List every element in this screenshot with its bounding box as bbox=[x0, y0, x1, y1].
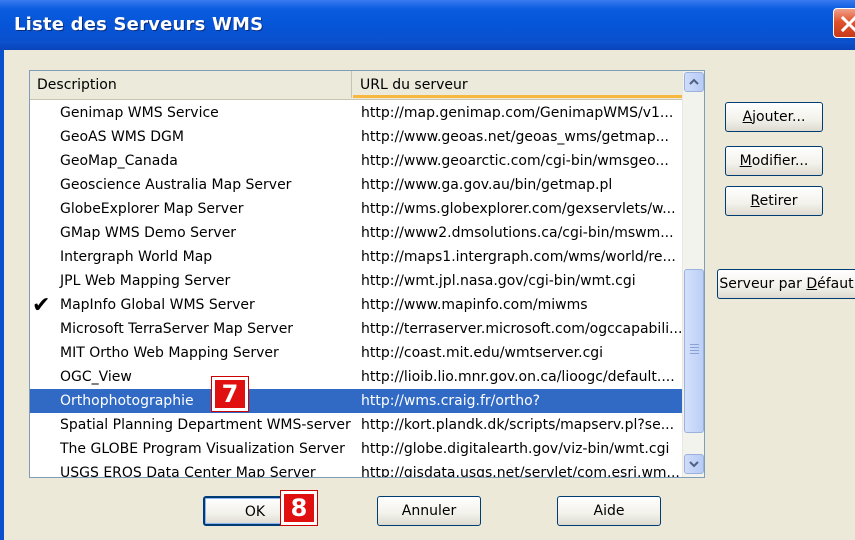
server-name: GeoAS WMS DGM bbox=[60, 129, 184, 145]
window-title: Liste des Serveurs WMS bbox=[14, 14, 264, 35]
remove-button[interactable]: Retirer bbox=[725, 186, 823, 216]
arrow-up-icon bbox=[689, 78, 699, 85]
step-marker-7: 7 bbox=[211, 376, 249, 412]
server-url: http://wmt.jpl.nasa.gov/cgi-bin/wmt.cgi bbox=[361, 273, 636, 289]
grip-line bbox=[690, 347, 699, 348]
checkmark-icon: ✔ bbox=[32, 293, 51, 318]
server-name: USGS EROS Data Center Map Server bbox=[60, 465, 316, 478]
server-url: http://lioib.lio.mnr.gov.on.ca/lioogc/de… bbox=[361, 369, 675, 385]
server-url: http://www.ga.gov.au/bin/getmap.pl bbox=[361, 177, 613, 193]
table-row[interactable]: GlobeExplorer Map Server http://wms.globe… bbox=[30, 197, 682, 221]
table-row[interactable]: JPL Web Mapping Server http://wmt.jpl.nas… bbox=[30, 269, 682, 293]
window-border bbox=[0, 50, 4, 540]
server-url: http://www2.dmsolutions.ca/cgi-bin/mswm.… bbox=[361, 225, 674, 241]
grip-line bbox=[690, 353, 699, 354]
server-name: Microsoft TerraServer Map Server bbox=[60, 321, 294, 337]
grip-line bbox=[690, 344, 699, 345]
server-name: Genimap WMS Service bbox=[60, 105, 219, 121]
close-icon bbox=[840, 15, 855, 33]
table-row[interactable]: MIT Ortho Web Mapping Server http://coast… bbox=[30, 341, 682, 365]
server-url: http://maps1.intergraph.com/wms/world/re… bbox=[361, 249, 676, 265]
help-button[interactable]: Aide bbox=[557, 496, 661, 526]
server-url: http://kort.plandk.dk/scripts/mapserv.pl… bbox=[361, 417, 675, 433]
server-url: http://www.geoarctic.com/cgi-bin/wmsgeo.… bbox=[361, 153, 669, 169]
server-url: http://wms.globexplorer.com/gexservlets/… bbox=[361, 201, 676, 217]
scroll-down-button[interactable] bbox=[684, 454, 704, 474]
server-url: http://wms.craig.fr/ortho? bbox=[361, 393, 541, 409]
remove-label-post: etirer bbox=[759, 193, 798, 209]
table-row[interactable]: GeoMap_Canada http://www.geoarctic.com/cg… bbox=[30, 149, 682, 173]
server-name: Spatial Planning Department WMS-server bbox=[60, 417, 351, 433]
add-button[interactable]: Ajouter... bbox=[725, 102, 823, 132]
modify-label-mnemonic: M bbox=[739, 153, 752, 169]
table-row[interactable]: Geoscience Australia Map Server http://ww… bbox=[30, 173, 682, 197]
server-list[interactable]: Description URL du serveur Genimap WMS S… bbox=[29, 70, 705, 478]
default-server-button[interactable]: Serveur par Défaut bbox=[717, 269, 855, 299]
default-server-label-post: éfaut bbox=[817, 276, 854, 292]
table-row[interactable]: GeoAS WMS DGM http://www.geoas.net/geoas_… bbox=[30, 125, 682, 149]
server-name: Intergraph World Map bbox=[60, 249, 213, 265]
server-url: http://map.genimap.com/GenimapWMS/v1... bbox=[361, 105, 674, 121]
server-url: http://globe.digitalearth.gov/viz-bin/wm… bbox=[361, 441, 670, 457]
server-name: Orthophotographie bbox=[60, 393, 194, 409]
close-button[interactable] bbox=[833, 8, 855, 38]
server-url: http://gisdata.usgs.net/servlet/com.esri… bbox=[361, 465, 680, 478]
server-url: http://terraserver.microsoft.com/ogccapa… bbox=[361, 321, 683, 337]
arrow-down-icon bbox=[689, 461, 699, 468]
scroll-thumb[interactable] bbox=[684, 269, 704, 433]
remove-label-mnemonic: R bbox=[750, 193, 760, 209]
list-rows: Genimap WMS Service http://map.genimap.co… bbox=[30, 99, 682, 478]
list-header: Description URL du serveur bbox=[30, 71, 682, 100]
add-label-post: jouter... bbox=[752, 109, 806, 125]
default-server-label-mnemonic: D bbox=[806, 276, 818, 292]
server-url: http://www.geoas.net/geoas_wms/getmap... bbox=[361, 129, 669, 145]
server-name: OGC_View bbox=[60, 369, 132, 385]
table-row[interactable]: ✔ MapInfo Global WMS Server http://www.map… bbox=[30, 293, 682, 317]
server-url: http://coast.mit.edu/wmtserver.cgi bbox=[361, 345, 604, 361]
table-row[interactable]: Orthophotographie http://wms.craig.fr/ort… bbox=[30, 389, 682, 413]
table-row[interactable]: USGS EROS Data Center Map Server http://g… bbox=[30, 461, 682, 478]
table-row[interactable]: Intergraph World Map http://maps1.intergr… bbox=[30, 245, 682, 269]
table-row[interactable]: Spatial Planning Department WMS-server ht… bbox=[30, 413, 682, 437]
server-name: MIT Ortho Web Mapping Server bbox=[60, 345, 279, 361]
column-header-url[interactable]: URL du serveur bbox=[353, 71, 682, 98]
server-name: GMap WMS Demo Server bbox=[60, 225, 237, 241]
add-label-mnemonic: A bbox=[742, 109, 753, 125]
modify-label-post: odifier... bbox=[751, 153, 809, 169]
server-name: GlobeExplorer Map Server bbox=[60, 201, 244, 217]
grip-line bbox=[690, 350, 699, 351]
table-row[interactable]: OGC_View http://lioib.lio.mnr.gov.on.ca/l… bbox=[30, 365, 682, 389]
table-row[interactable]: Microsoft TerraServer Map Server http://t… bbox=[30, 317, 682, 341]
server-name: Geoscience Australia Map Server bbox=[60, 177, 292, 193]
title-bar[interactable]: Liste des Serveurs WMS bbox=[0, 0, 855, 50]
server-name: JPL Web Mapping Server bbox=[60, 273, 231, 289]
scroll-up-button[interactable] bbox=[684, 72, 704, 92]
wms-server-list-dialog: Liste des Serveurs WMS Description URL d… bbox=[0, 0, 855, 540]
step-marker-8: 8 bbox=[280, 490, 318, 526]
server-name: The GLOBE Program Visualization Server bbox=[60, 441, 345, 457]
table-row[interactable]: GMap WMS Demo Server http://www2.dmsoluti… bbox=[30, 221, 682, 245]
table-row[interactable]: The GLOBE Program Visualization Server ht… bbox=[30, 437, 682, 461]
column-header-description[interactable]: Description bbox=[30, 71, 352, 98]
server-name: GeoMap_Canada bbox=[60, 153, 178, 169]
cancel-button[interactable]: Annuler bbox=[377, 496, 481, 526]
server-name: MapInfo Global WMS Server bbox=[60, 297, 255, 313]
default-server-label-pre: Serveur par bbox=[719, 276, 807, 292]
server-url: http://www.mapinfo.com/miwms bbox=[361, 297, 588, 313]
table-row[interactable]: Genimap WMS Service http://map.genimap.co… bbox=[30, 101, 682, 125]
vertical-scrollbar[interactable] bbox=[682, 71, 704, 477]
modify-button[interactable]: Modifier... bbox=[725, 146, 823, 176]
